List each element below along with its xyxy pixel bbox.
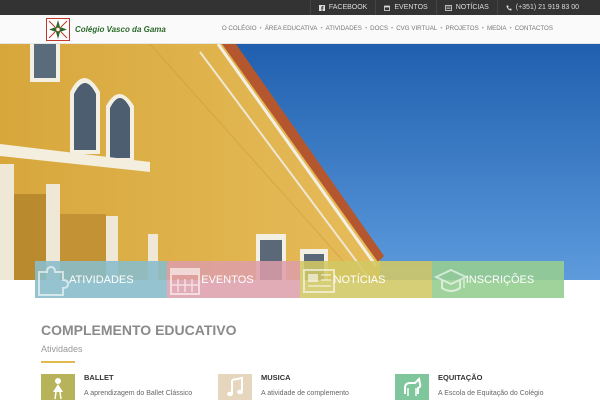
- tile-label: NOTÍCIAS: [333, 273, 386, 286]
- quick-link-tiles: ATIVIDADES EVENTOS NOTÍCIAS INSCRIÇÕES: [35, 261, 564, 298]
- nav-separator: •: [440, 25, 443, 32]
- nav-item-contactos[interactable]: CONTACTOS: [515, 25, 553, 32]
- tile-noticias[interactable]: NOTÍCIAS: [299, 261, 432, 298]
- nav-separator: •: [259, 25, 262, 32]
- tile-atividades[interactable]: ATIVIDADES: [35, 261, 168, 298]
- nav-separator: •: [320, 25, 323, 32]
- feature-description: A Escola de Equitação do Colégio: [438, 390, 544, 397]
- top-utility-bar: FACEBOOK EVENTOS NOTÍCIAS (+351) 21 919 …: [0, 0, 600, 15]
- logo-emblem-icon: [46, 18, 70, 41]
- feature-description: A aprendizagem do Ballet Clássico: [84, 390, 193, 397]
- nav-item-area-educativa[interactable]: ÁREA EDUCATIVA: [265, 25, 318, 32]
- puzzle-icon: [38, 265, 70, 296]
- noticias-label: NOTÍCIAS: [455, 4, 489, 11]
- section-subtitle: Atividades: [41, 344, 83, 354]
- feature-title: MUSICA: [261, 373, 291, 382]
- feature-musica[interactable]: MUSICA A atividade de complemento: [218, 372, 368, 400]
- nav-label: MEDIA: [486, 25, 507, 32]
- tile-inscricoes[interactable]: INSCRIÇÕES: [431, 261, 564, 298]
- nav-separator: •: [509, 25, 512, 32]
- calendar-icon: [170, 268, 201, 295]
- newspaper-small-icon: [444, 4, 452, 11]
- site-header: Colégio Vasco da Gama O COLÉGIO • ÁREA E…: [0, 15, 600, 44]
- calendar-small-icon: [384, 5, 391, 11]
- hero-image: [0, 44, 600, 280]
- eventos-link[interactable]: EVENTOS: [375, 0, 435, 15]
- nav-item-cvg-virtual[interactable]: CVG VIRTUAL: [396, 25, 437, 32]
- main-nav: O COLÉGIO • ÁREA EDUCATIVA • ATIVIDADES …: [222, 25, 553, 32]
- nav-label: PROJETOS: [445, 25, 479, 32]
- tile-label: INSCRIÇÕES: [465, 273, 535, 286]
- nav-label: ATIVIDADES: [325, 25, 362, 32]
- feature-title: EQUITAÇÃO: [438, 373, 483, 382]
- phone-icon: [506, 5, 512, 11]
- facebook-label: FACEBOOK: [328, 4, 368, 11]
- nav-label: CONTACTOS: [514, 25, 553, 32]
- nav-item-docs[interactable]: DOCS: [370, 25, 388, 32]
- facebook-link[interactable]: FACEBOOK: [309, 0, 376, 15]
- nav-label: DOCS: [370, 25, 389, 32]
- nav-item-projetos[interactable]: PROJETOS: [446, 25, 479, 32]
- noticias-link[interactable]: NOTÍCIAS: [435, 0, 497, 15]
- site-logo[interactable]: Colégio Vasco da Gama: [46, 18, 166, 41]
- feature-ballet[interactable]: BALLET A aprendizagem do Ballet Clássico: [41, 372, 193, 400]
- nav-item-media[interactable]: MEDIA: [487, 25, 507, 32]
- tile-eventos[interactable]: EVENTOS: [167, 261, 300, 298]
- ballet-icon: [41, 374, 75, 400]
- school-building-photo: [0, 44, 600, 280]
- music-note-icon: [218, 374, 252, 400]
- nav-item-atividades[interactable]: ATIVIDADES: [326, 25, 362, 32]
- logo-text: Colégio Vasco da Gama: [75, 25, 166, 34]
- phone-link[interactable]: (+351) 21 919 83 00: [496, 0, 587, 15]
- feature-title: BALLET: [84, 373, 114, 382]
- graduation-cap-icon: [433, 268, 468, 292]
- feature-equitacao[interactable]: EQUITAÇÃO A Escola de Equitação do Colég…: [395, 372, 545, 400]
- tile-label: ATIVIDADES: [69, 273, 134, 286]
- nav-separator: •: [391, 25, 394, 32]
- section-underline: [41, 361, 75, 363]
- nav-item-o-colegio[interactable]: O COLÉGIO: [222, 25, 257, 32]
- tile-label: EVENTOS: [201, 273, 254, 286]
- eventos-label: EVENTOS: [394, 4, 428, 11]
- nav-separator: •: [364, 25, 368, 32]
- nav-separator: •: [481, 25, 484, 32]
- nav-label: O COLÉGIO: [221, 25, 257, 32]
- phone-label: (+351) 21 919 83 00: [515, 4, 579, 11]
- horse-icon: [395, 374, 429, 400]
- facebook-icon: [318, 4, 325, 11]
- newspaper-icon: [302, 269, 335, 293]
- feature-description: A atividade de complemento: [261, 390, 349, 397]
- section-title: COMPLEMENTO EDUCATIVO: [41, 322, 237, 338]
- nav-label: ÁREA EDUCATIVA: [264, 25, 318, 32]
- nav-label: CVG VIRTUAL: [396, 25, 438, 32]
